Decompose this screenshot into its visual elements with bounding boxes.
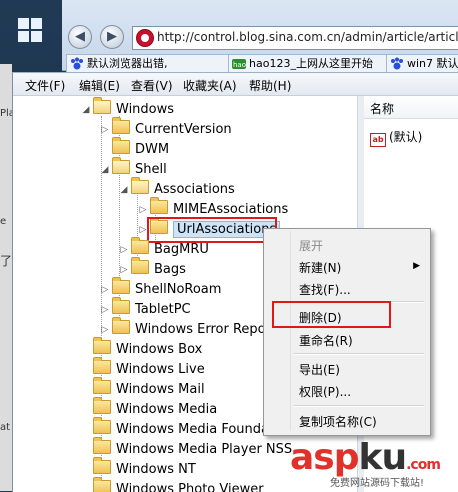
paw-icon xyxy=(391,57,403,70)
menu-item-permissions[interactable]: 权限(P)... xyxy=(299,383,351,400)
edge-text: at xyxy=(0,422,11,433)
folder-icon xyxy=(93,457,111,474)
tree-node-windows-live[interactable]: Windows Live xyxy=(93,357,205,380)
collapse-icon: ◢ xyxy=(101,165,109,175)
tab-1[interactable]: 默认浏览器出错, xyxy=(66,54,234,73)
menu-item-copy-key-name[interactable]: 复制项名称(C) xyxy=(299,413,377,430)
folder-icon xyxy=(112,297,130,314)
menu-item-find[interactable]: 查找(F)... xyxy=(299,281,351,298)
menubar: 文件(F) 编辑(E) 查看(V) 收藏夹(A) 帮助(H) xyxy=(13,73,458,96)
menu-item-rename[interactable]: 重命名(R) xyxy=(299,332,353,349)
url-text: http://control.blog.sina.com.cn/admin/ar… xyxy=(157,30,458,44)
back-button[interactable]: ◀ xyxy=(68,25,92,49)
tree-node-currentversion[interactable]: ▷ CurrentVersion xyxy=(102,117,232,140)
tree-node-windows[interactable]: ◢ Windows xyxy=(83,97,174,120)
svg-text:hao: hao xyxy=(233,61,246,69)
column-header-name[interactable]: 名称 xyxy=(364,96,458,119)
folder-icon xyxy=(112,317,130,334)
menu-item-export[interactable]: 导出(E) xyxy=(299,361,340,378)
folder-icon xyxy=(112,157,130,174)
expand-icon: ▷ xyxy=(101,285,109,295)
tree-node-associations[interactable]: ◢ Associations xyxy=(121,177,235,200)
address-bar[interactable]: http://control.blog.sina.com.cn/admin/ar… xyxy=(132,26,458,50)
tree-node-windows-box[interactable]: Windows Box xyxy=(93,337,202,360)
menu-edit[interactable]: 编辑(E) xyxy=(79,77,120,94)
watermark-subtitle: 免费网站源码下载站! xyxy=(330,478,425,489)
menu-item-expand[interactable]: 展开 xyxy=(299,237,323,254)
menu-separator xyxy=(294,353,424,355)
favorites-bar: 默认浏览器出错, hao hao123_上网从这里开始 win7 默认 xyxy=(62,52,458,73)
tree-node-windows-media[interactable]: Windows Media xyxy=(93,397,217,420)
tree-node-bagmru[interactable]: ▷ BagMRU xyxy=(121,237,209,260)
expand-icon: ▷ xyxy=(101,125,109,135)
tab-2[interactable]: hao hao123_上网从这里开始 xyxy=(228,54,398,73)
collapse-icon: ◢ xyxy=(120,185,128,195)
folder-icon xyxy=(131,177,149,194)
submenu-arrow-icon: ▶ xyxy=(413,261,420,271)
folder-icon xyxy=(93,337,111,354)
background-window-edge: Pla e 了 at xyxy=(0,64,15,491)
watermark-logo: aspku.com xyxy=(290,437,441,478)
menu-help[interactable]: 帮助(H) xyxy=(249,77,291,94)
folder-icon xyxy=(112,277,130,294)
string-value-icon: ab xyxy=(370,133,386,147)
tab-3[interactable]: win7 默认 xyxy=(386,54,458,73)
tree-node-tabletpc[interactable]: ▷ TabletPC xyxy=(102,297,191,320)
value-row-default[interactable]: ab (默认) xyxy=(370,128,422,147)
tree-node-windows-media-player-nss[interactable]: Windows Media Player NSS xyxy=(93,437,292,460)
forward-button[interactable]: ▶ xyxy=(100,25,124,49)
tree-node-shellnoroam[interactable]: ▷ ShellNoRoam xyxy=(102,277,221,300)
menu-file[interactable]: 文件(F) xyxy=(25,77,65,94)
collapse-icon: ◢ xyxy=(82,105,90,115)
folder-icon xyxy=(93,477,111,492)
folder-icon xyxy=(131,237,149,254)
folder-icon xyxy=(93,377,111,394)
paw-icon xyxy=(71,57,83,70)
expand-icon: ▷ xyxy=(101,305,109,315)
menu-favorites[interactable]: 收藏夹(A) xyxy=(183,77,237,94)
tree-node-windows-photo-viewer[interactable]: Windows Photo Viewer xyxy=(93,477,264,492)
edge-text: e xyxy=(0,216,7,227)
menu-separator xyxy=(294,405,424,407)
folder-icon xyxy=(93,437,111,454)
highlight-box xyxy=(272,301,391,328)
folder-icon xyxy=(93,417,111,434)
tree-node-windows-nt[interactable]: Windows NT xyxy=(93,457,196,480)
folder-icon xyxy=(150,197,168,214)
folder-icon xyxy=(93,97,111,114)
menu-item-new[interactable]: 新建(N) xyxy=(299,259,341,276)
folder-icon xyxy=(93,397,111,414)
expand-icon: ▷ xyxy=(120,245,128,255)
windows-logo-icon[interactable] xyxy=(18,18,42,42)
folder-icon xyxy=(112,137,130,154)
folder-icon xyxy=(93,357,111,374)
sina-site-icon xyxy=(136,29,154,47)
context-menu: 展开 新建(N) ▶ 查找(F)... 删除(D) 重命名(R) 导出(E) 权… xyxy=(263,228,431,436)
tree-node-windows-mail[interactable]: Windows Mail xyxy=(93,377,205,400)
tree-node-bags[interactable]: ▷ Bags xyxy=(121,257,186,280)
folder-icon xyxy=(131,257,149,274)
edge-text: 了 xyxy=(0,254,13,268)
menu-view[interactable]: 查看(V) xyxy=(131,77,173,94)
folder-icon xyxy=(112,117,130,134)
hao123-icon: hao xyxy=(232,59,246,69)
